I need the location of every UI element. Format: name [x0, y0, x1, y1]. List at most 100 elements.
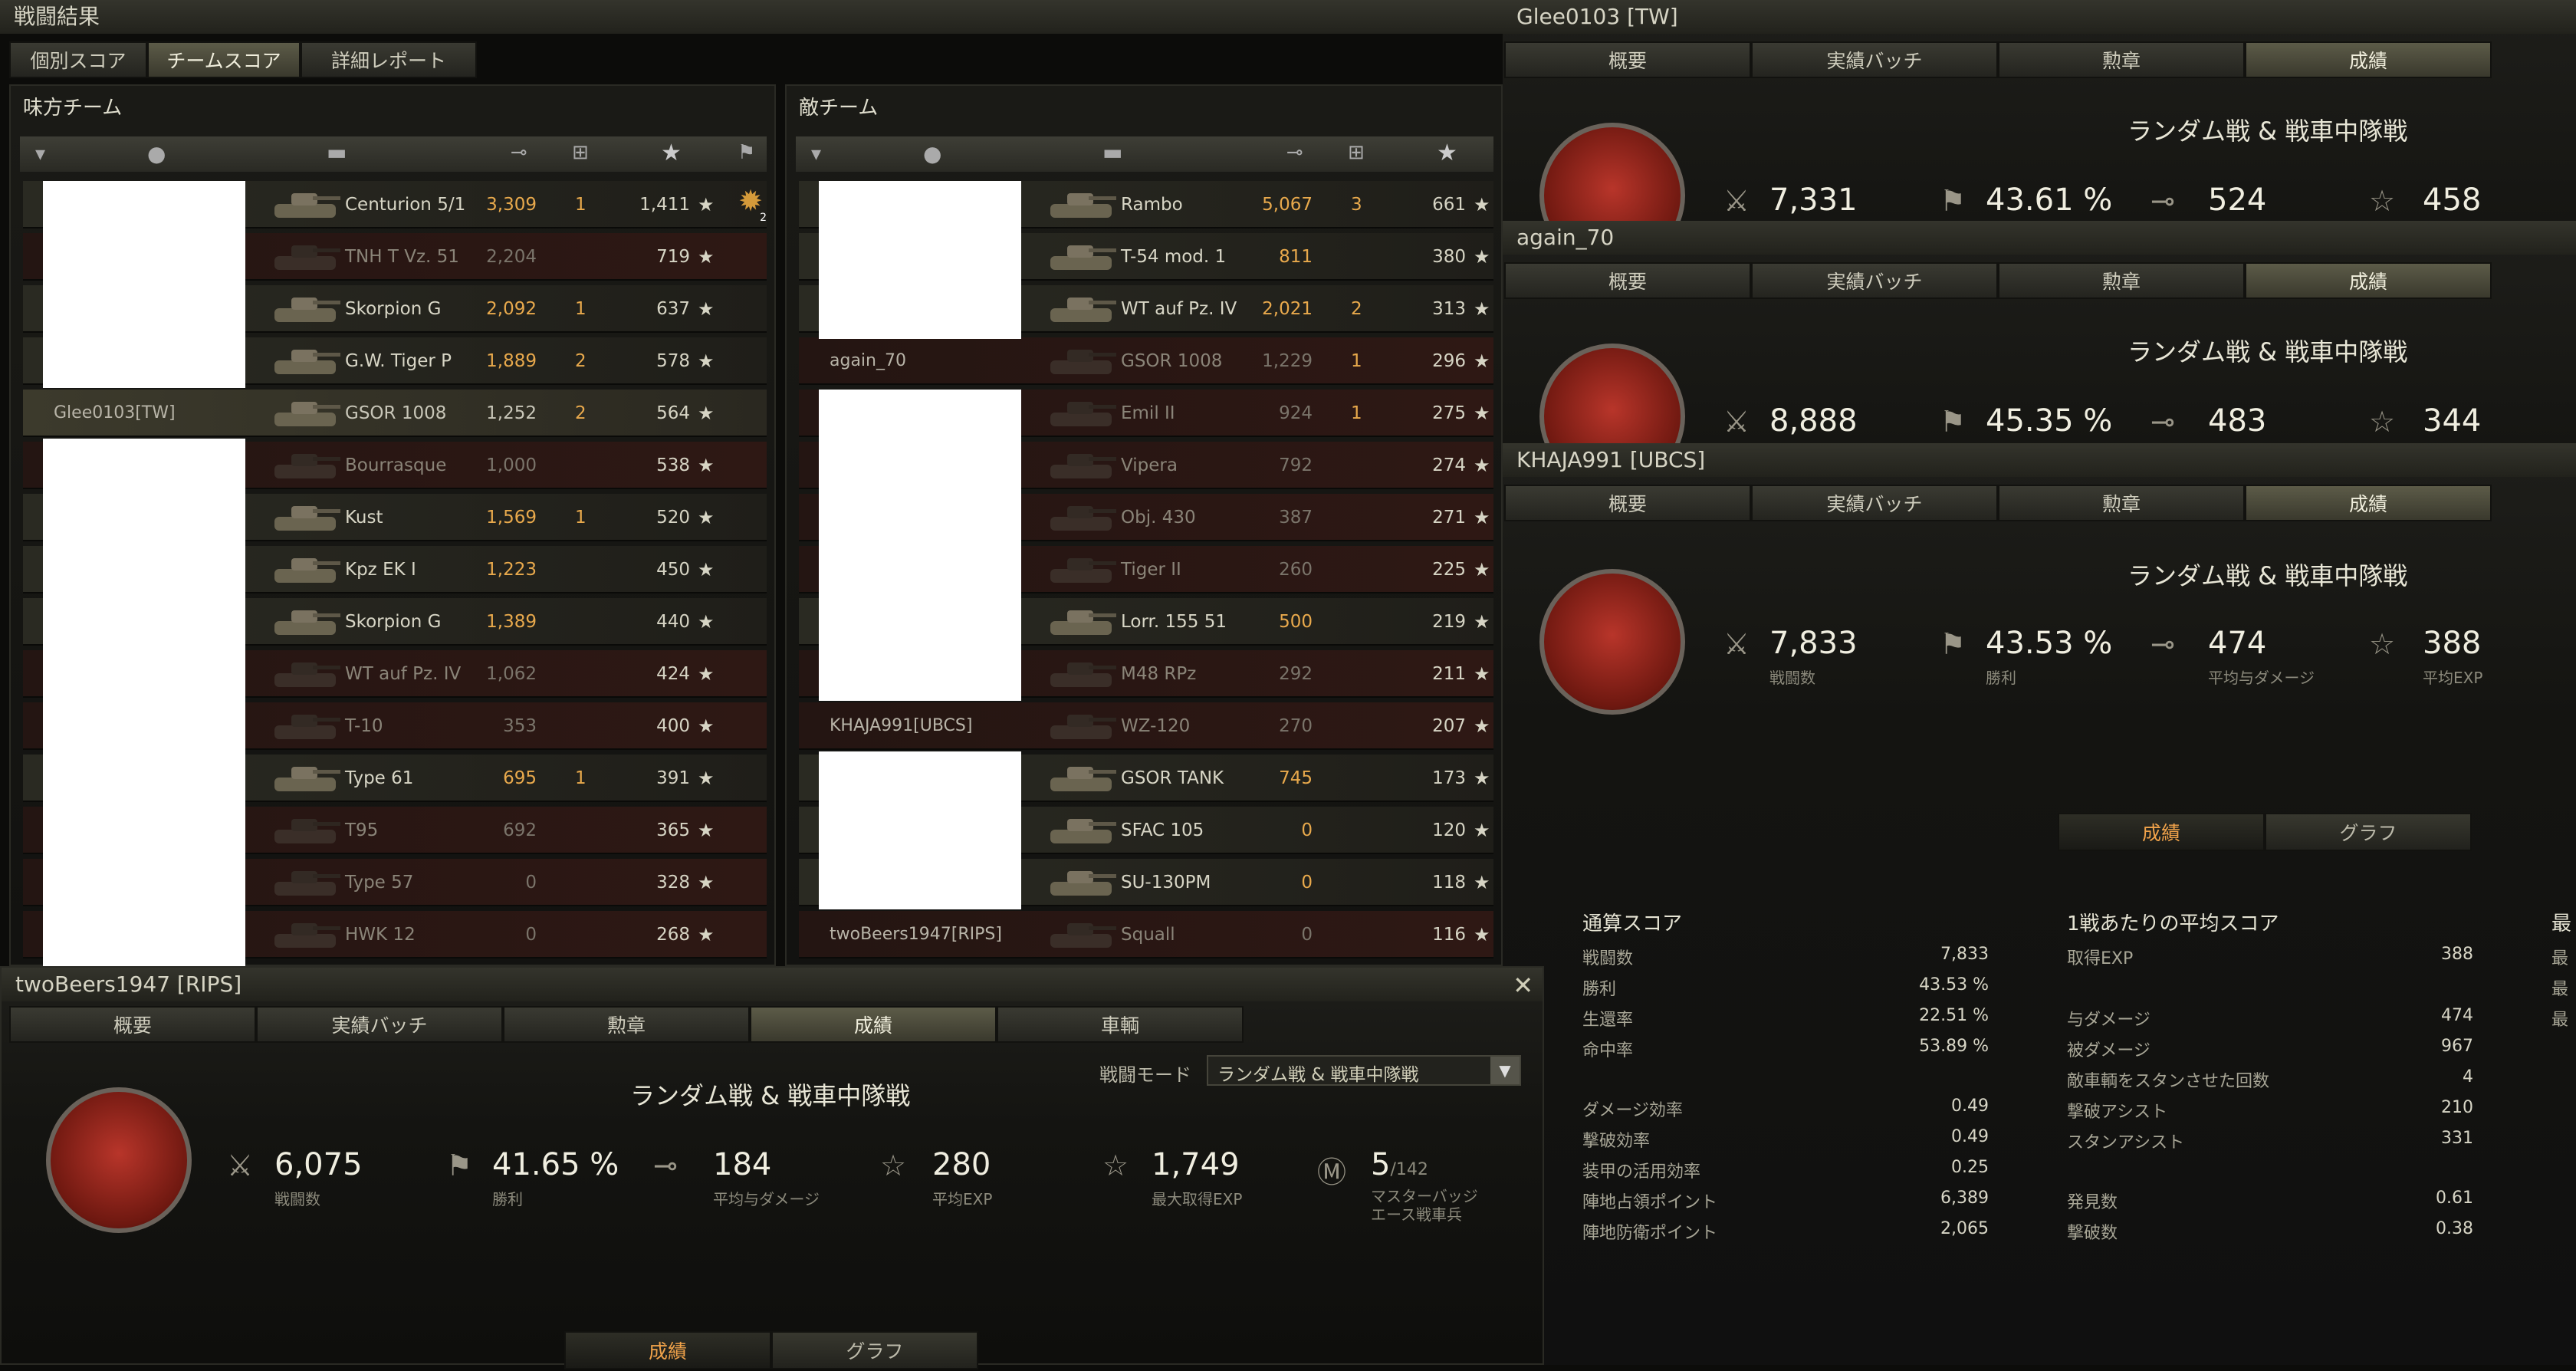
platoon-column-icon[interactable]: ▾	[35, 143, 45, 166]
tank-name: Obj. 430	[1121, 508, 1196, 528]
star-icon: ★	[1474, 768, 1490, 789]
stat-row: スタンアシスト 331	[2067, 1129, 2473, 1153]
tab-medals[interactable]: 勲章	[503, 1006, 750, 1043]
xp-value: 274	[1432, 455, 1466, 475]
close-icon[interactable]: ✕	[1513, 971, 1533, 1000]
tab-overview[interactable]: 概要	[9, 1006, 256, 1043]
subtab-graph[interactable]: グラフ	[771, 1331, 978, 1369]
tank-name: GSOR 1008	[1121, 351, 1223, 371]
damage-value: 811	[1279, 247, 1313, 267]
tab-vehicles[interactable]: 車輌	[997, 1006, 1244, 1043]
enemy-team-title: 敵チーム	[799, 97, 879, 120]
xp-value: 207	[1432, 716, 1466, 736]
star-outline-icon: ☆	[1102, 1149, 1129, 1182]
profile-name: twoBeers1947 [RIPS]	[2, 968, 1543, 1001]
tab-overview[interactable]: 概要	[1504, 485, 1751, 521]
tab-records[interactable]: 成績	[2245, 41, 2492, 78]
battle-mode-title: ランダム戦 & 戦車中隊戦	[630, 1081, 911, 1110]
tab-achievements[interactable]: 実績バッチ	[1751, 262, 1998, 299]
tank-name: Centurion 5/1	[345, 195, 466, 215]
star-icon: ★	[698, 298, 715, 320]
table-row[interactable]: KHAJA991[UBCS] WZ-120 270 207 ★	[799, 702, 1493, 750]
battle-mode-dropdown[interactable]: ランダム戦 & 戦車中隊戦 ▼	[1207, 1055, 1521, 1086]
tank-name: WT auf Pz. IV	[345, 664, 462, 684]
xp-column-icon[interactable]: ★	[661, 140, 682, 166]
max-score-item: 最	[2551, 1011, 2569, 1030]
ally-column-header: ▾ ● ▬ ⊸ ⊞ ★ ⚑	[20, 136, 767, 172]
stat-row: 装甲の活用効率 0.25	[1582, 1158, 1989, 1182]
star-icon: ★	[1474, 298, 1490, 320]
xp-column-icon[interactable]: ★	[1437, 140, 1457, 166]
stat-label: 勝利	[1582, 980, 1617, 999]
max-score-item: 最	[2551, 980, 2569, 999]
stat-label: 撃破数	[2067, 1224, 2118, 1243]
records-subtabs: 成績 グラフ	[2058, 813, 2472, 851]
class-badge-level: 2	[760, 212, 767, 224]
player-column-icon[interactable]: ●	[147, 141, 166, 166]
stat-value: 0.49	[1951, 1096, 1989, 1116]
damage-column-icon[interactable]: ⊸	[511, 141, 527, 164]
medal-column-icon[interactable]: ⚑	[738, 141, 755, 164]
xp-value: 450	[656, 560, 690, 580]
subtab-records[interactable]: 成績	[564, 1331, 771, 1369]
battle-mode-title: ランダム戦 & 戦車中隊戦	[2128, 561, 2408, 590]
damage-value: 1,229	[1262, 351, 1313, 371]
tab-records[interactable]: 成績	[2245, 485, 2492, 521]
battle-results-title: 戦闘結果	[0, 0, 1503, 34]
table-row[interactable]: again_70 GSOR 1008 1,229 1 296 ★	[799, 337, 1493, 385]
stat-mastery: 5/142 マスターバッジ エース戦車兵	[1371, 1147, 1478, 1224]
tank-icon	[1050, 662, 1116, 687]
stat-value: 0.25	[1951, 1158, 1989, 1177]
tank-icon	[1050, 298, 1116, 322]
tab-records[interactable]: 成績	[2245, 262, 2492, 299]
tab-achievements[interactable]: 実績バッチ	[1751, 41, 1998, 78]
tank-icon	[1050, 767, 1116, 791]
tab-team-score[interactable]: チームスコア	[147, 41, 301, 78]
tank-name: Skorpion G	[345, 612, 442, 632]
redacted-player-names	[819, 390, 1021, 701]
stat-value: 0.61	[2436, 1189, 2473, 1208]
subtab-records[interactable]: 成績	[2058, 813, 2265, 851]
star-icon: ★	[698, 820, 715, 841]
damage-value: 2,092	[486, 299, 537, 319]
stat-row: 戦闘数 7,833	[1582, 945, 1989, 969]
stat-avg-xp: 344	[2423, 403, 2482, 439]
tab-records[interactable]: 成績	[750, 1006, 997, 1043]
stat-avg-xp: 458	[2423, 182, 2482, 218]
tab-medals[interactable]: 勲章	[1998, 262, 2245, 299]
kills-column-icon[interactable]: ⊞	[572, 141, 589, 164]
stat-row: 生還率 22.51 %	[1582, 1006, 1989, 1031]
stat-winrate: 43.53 % 勝利	[1986, 626, 2113, 687]
stat-value: 43.53 %	[1919, 975, 1989, 995]
player-column-icon[interactable]: ●	[923, 141, 941, 166]
damage-value: 1,569	[486, 508, 537, 528]
platoon-column-icon[interactable]: ▾	[811, 143, 821, 166]
table-row[interactable]: twoBeers1947[RIPS] Squall 0 116 ★	[799, 911, 1493, 958]
tank-icon	[1050, 610, 1116, 635]
tab-achievements[interactable]: 実績バッチ	[256, 1006, 503, 1043]
tab-achievements[interactable]: 実績バッチ	[1751, 485, 1998, 521]
tab-overview[interactable]: 概要	[1504, 41, 1751, 78]
tab-detailed-report[interactable]: 詳細レポート	[301, 41, 477, 78]
tank-icon	[1050, 454, 1116, 478]
kills-column-icon[interactable]: ⊞	[1348, 141, 1365, 164]
tab-overview[interactable]: 概要	[1504, 262, 1751, 299]
star-icon: ★	[1474, 663, 1490, 685]
tank-icon	[1050, 350, 1116, 374]
stat-value: 2,065	[1940, 1219, 1989, 1238]
table-row[interactable]: Glee0103[TW] GSOR 1008 1,252 2 564 ★	[23, 390, 767, 437]
tank-column-icon[interactable]: ▬	[327, 140, 347, 165]
tab-medals[interactable]: 勲章	[1998, 485, 2245, 521]
tank-column-icon[interactable]: ▬	[1102, 140, 1122, 165]
tab-personal-score[interactable]: 個別スコア	[9, 41, 147, 78]
subtab-graph[interactable]: グラフ	[2265, 813, 2472, 851]
shell-icon: ⊸	[2150, 405, 2175, 439]
stat-row: 勝利 43.53 %	[1582, 975, 1989, 1000]
damage-column-icon[interactable]: ⊸	[1286, 141, 1303, 164]
tank-name: SU-130PM	[1121, 873, 1211, 893]
star-icon: ★	[1474, 350, 1490, 372]
tank-icon	[1050, 558, 1116, 583]
tab-medals[interactable]: 勲章	[1998, 41, 2245, 78]
random-battle-dice-icon	[1539, 569, 1685, 715]
random-battle-dice-icon	[1539, 344, 1685, 443]
